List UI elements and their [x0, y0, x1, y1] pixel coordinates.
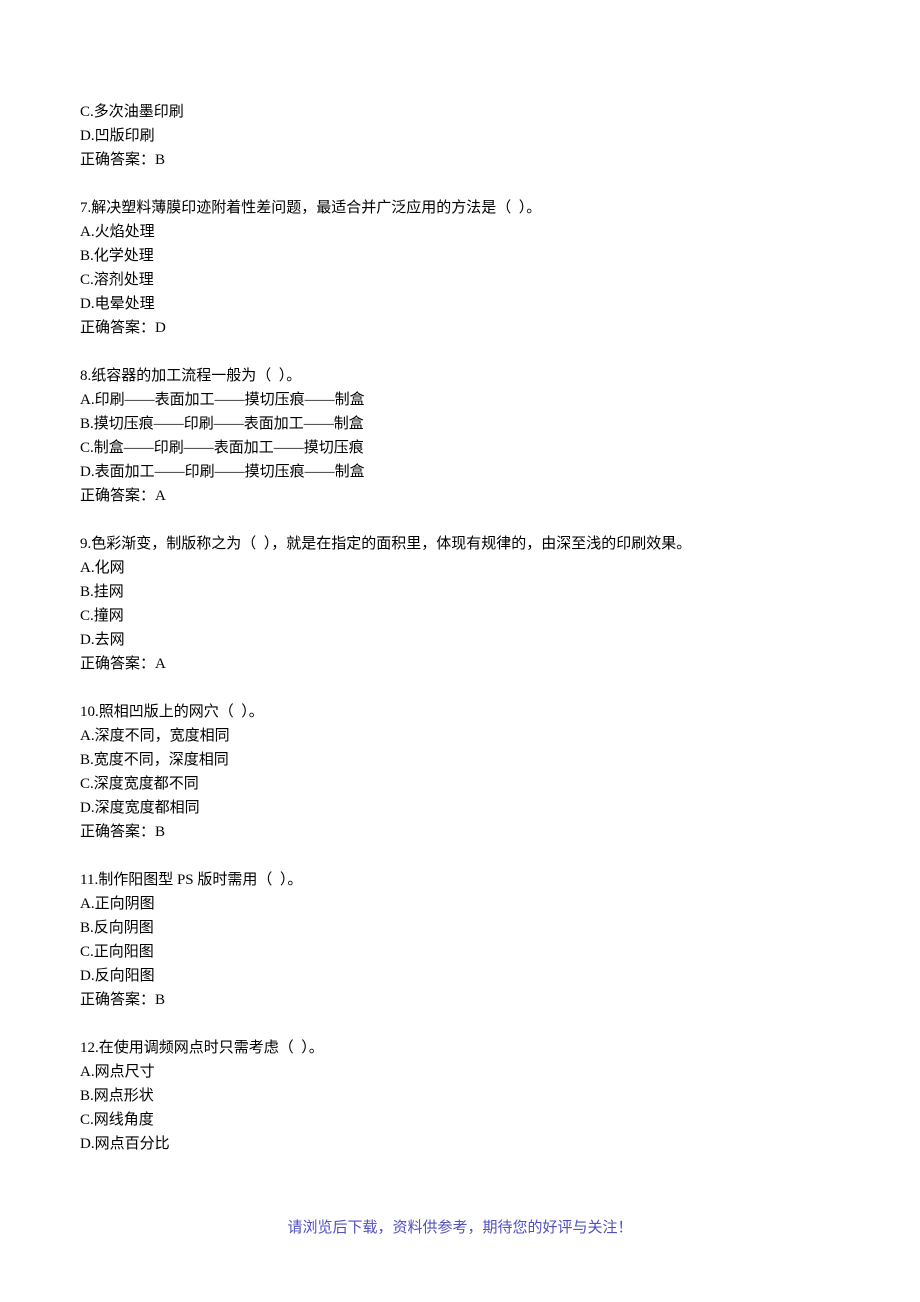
- option-text: B.网点形状: [80, 1084, 840, 1108]
- question-7: 7.解决塑料薄膜印迹附着性差问题，最适合并广泛应用的方法是（ ）。 A.火焰处理…: [80, 196, 840, 340]
- question-8: 8.纸容器的加工流程一般为（ ）。 A.印刷——表面加工——摸切压痕——制盒 B…: [80, 364, 840, 508]
- option-text: C.正向阳图: [80, 940, 840, 964]
- option-text: D.去网: [80, 628, 840, 652]
- answer-text: 正确答案：B: [80, 988, 840, 1012]
- document-page: C.多次油墨印刷 D.凹版印刷 正确答案：B 7.解决塑料薄膜印迹附着性差问题，…: [0, 0, 920, 1280]
- spacer: [80, 508, 840, 532]
- option-text: A.网点尺寸: [80, 1060, 840, 1084]
- answer-text: 正确答案：B: [80, 148, 840, 172]
- option-text: A.化网: [80, 556, 840, 580]
- question-stem: 11.制作阳图型 PS 版时需用（ ）。: [80, 868, 840, 892]
- question-stem: 12.在使用调频网点时只需考虑（ ）。: [80, 1036, 840, 1060]
- question-stem: 9.色彩渐变，制版称之为（ ），就是在指定的面积里，体现有规律的，由深至浅的印刷…: [80, 532, 840, 556]
- spacer: [80, 676, 840, 700]
- question-12: 12.在使用调频网点时只需考虑（ ）。 A.网点尺寸 B.网点形状 C.网线角度…: [80, 1036, 840, 1156]
- option-text: C.溶剂处理: [80, 268, 840, 292]
- spacer: [80, 1012, 840, 1036]
- answer-text: 正确答案：D: [80, 316, 840, 340]
- option-text: C.制盒——印刷——表面加工——摸切压痕: [80, 436, 840, 460]
- answer-text: 正确答案：A: [80, 484, 840, 508]
- option-text: D.深度宽度都相同: [80, 796, 840, 820]
- question-10: 10.照相凹版上的网穴（ ）。 A.深度不同，宽度相同 B.宽度不同，深度相同 …: [80, 700, 840, 844]
- question-6-tail: C.多次油墨印刷 D.凹版印刷 正确答案：B: [80, 100, 840, 172]
- option-text: B.宽度不同，深度相同: [80, 748, 840, 772]
- option-text: C.多次油墨印刷: [80, 100, 840, 124]
- option-text: B.摸切压痕——印刷——表面加工——制盒: [80, 412, 840, 436]
- footer-text: 请浏览后下载，资料供参考，期待您的好评与关注！: [80, 1216, 840, 1240]
- option-text: D.电晕处理: [80, 292, 840, 316]
- option-text: B.挂网: [80, 580, 840, 604]
- option-text: A.深度不同，宽度相同: [80, 724, 840, 748]
- question-stem: 8.纸容器的加工流程一般为（ ）。: [80, 364, 840, 388]
- option-text: C.撞网: [80, 604, 840, 628]
- option-text: A.正向阴图: [80, 892, 840, 916]
- question-stem: 7.解决塑料薄膜印迹附着性差问题，最适合并广泛应用的方法是（ ）。: [80, 196, 840, 220]
- answer-text: 正确答案：B: [80, 820, 840, 844]
- spacer: [80, 172, 840, 196]
- option-text: D.表面加工——印刷——摸切压痕——制盒: [80, 460, 840, 484]
- option-text: D.反向阳图: [80, 964, 840, 988]
- spacer: [80, 844, 840, 868]
- answer-text: 正确答案：A: [80, 652, 840, 676]
- option-text: C.深度宽度都不同: [80, 772, 840, 796]
- question-11: 11.制作阳图型 PS 版时需用（ ）。 A.正向阴图 B.反向阴图 C.正向阳…: [80, 868, 840, 1012]
- option-text: B.化学处理: [80, 244, 840, 268]
- spacer: [80, 340, 840, 364]
- option-text: D.凹版印刷: [80, 124, 840, 148]
- option-text: B.反向阴图: [80, 916, 840, 940]
- question-stem: 10.照相凹版上的网穴（ ）。: [80, 700, 840, 724]
- option-text: A.火焰处理: [80, 220, 840, 244]
- option-text: A.印刷——表面加工——摸切压痕——制盒: [80, 388, 840, 412]
- option-text: D.网点百分比: [80, 1132, 840, 1156]
- option-text: C.网线角度: [80, 1108, 840, 1132]
- question-9: 9.色彩渐变，制版称之为（ ），就是在指定的面积里，体现有规律的，由深至浅的印刷…: [80, 532, 840, 676]
